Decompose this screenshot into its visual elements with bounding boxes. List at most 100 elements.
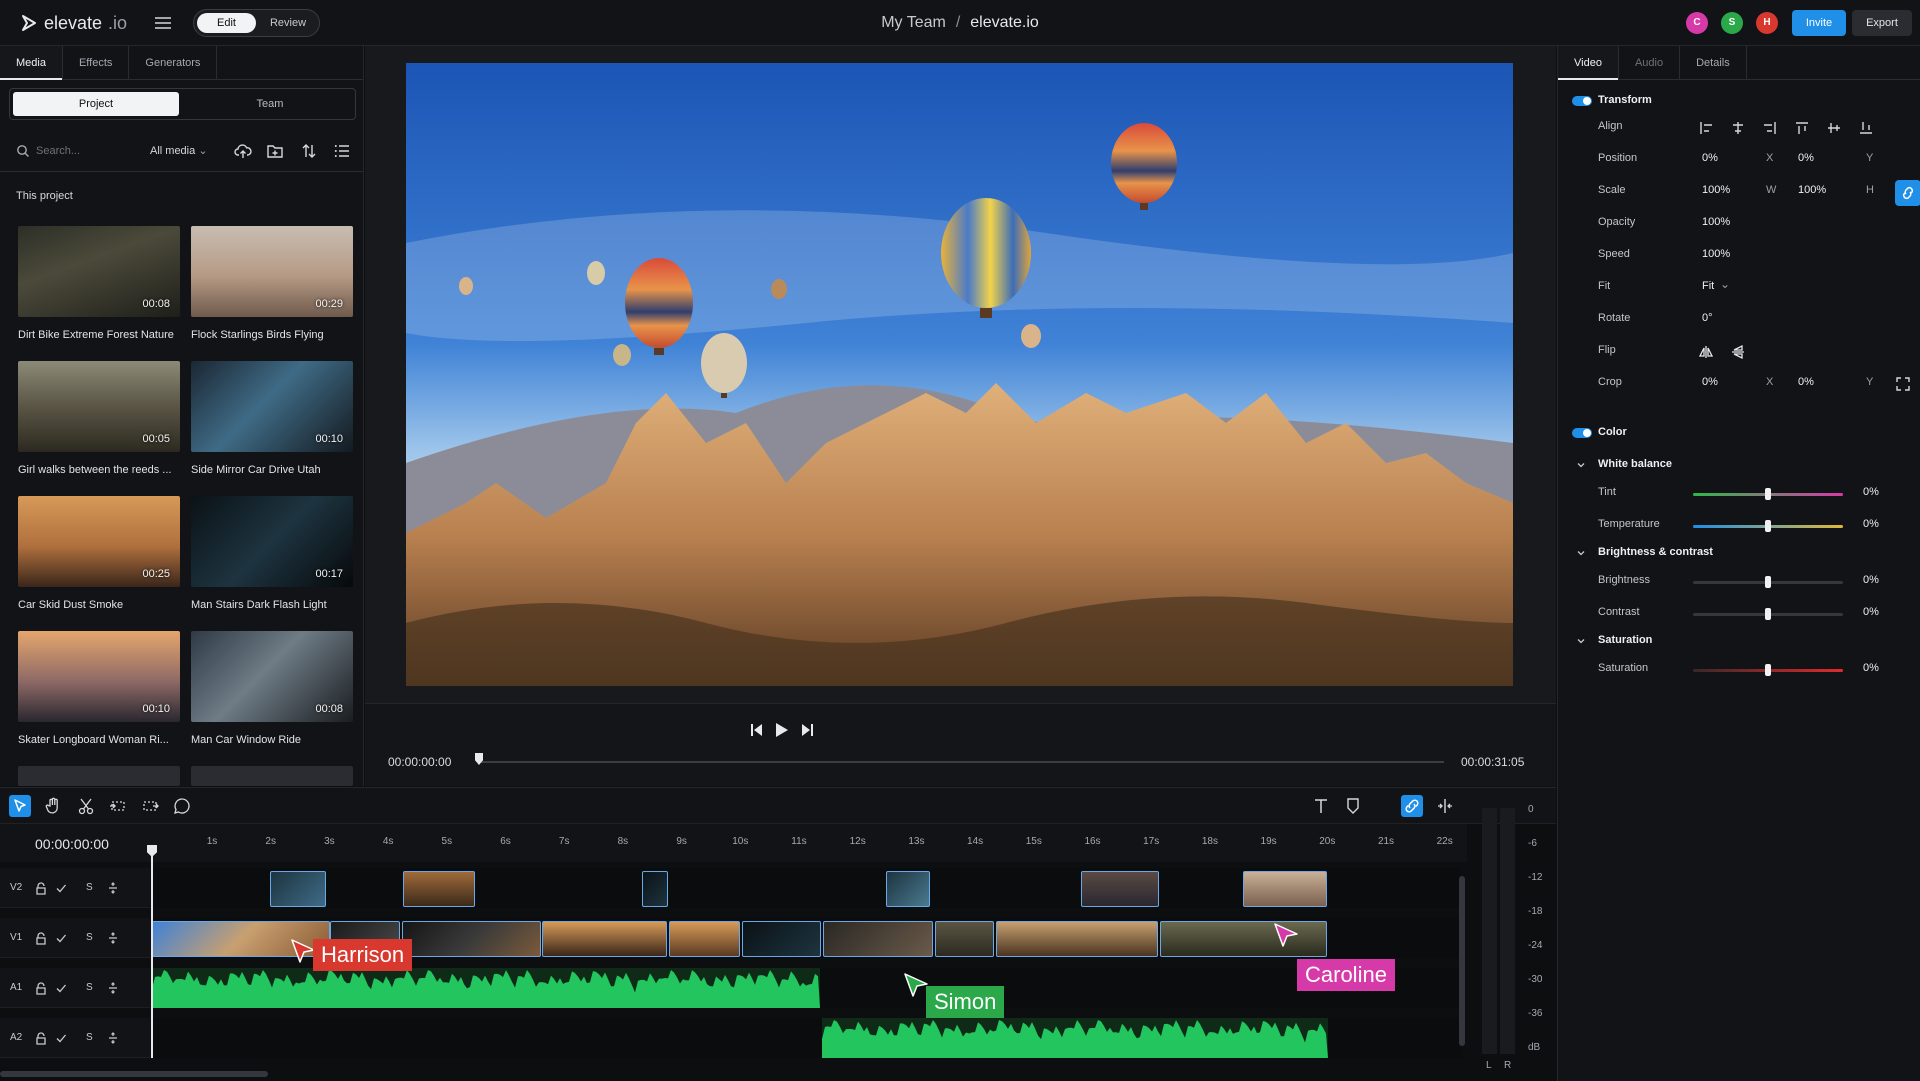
property-value[interactable]: 0° [1702,312,1713,324]
property-value[interactable]: 100% [1702,216,1730,228]
vertical-scrollbar[interactable] [1459,876,1465,1046]
edit-mode-button[interactable]: Edit [197,13,256,33]
track-height-icon[interactable] [106,931,120,945]
slider-track[interactable] [1693,488,1843,500]
property-value[interactable]: 100% [1702,184,1730,196]
align-top-icon[interactable] [1794,120,1810,136]
media-filter-dropdown[interactable]: All media ⌄ [150,144,208,157]
track-height-icon[interactable] [106,1031,120,1045]
video-clip[interactable] [669,921,740,957]
audio-clip-a1[interactable] [152,968,820,1008]
lock-icon[interactable] [34,1031,48,1045]
media-thumbnail-partial[interactable] [18,766,180,786]
media-item[interactable]: 00:10 Side Mirror Car Drive Utah [191,361,353,476]
media-item[interactable]: 00:29 Flock Starlings Birds Flying [191,226,353,341]
scope-project-button[interactable]: Project [13,92,179,116]
list-view-icon[interactable] [333,142,351,160]
align-left-icon[interactable] [1698,120,1714,136]
playhead[interactable] [151,846,153,1058]
slider-handle[interactable] [1765,520,1771,532]
upload-icon[interactable] [234,142,252,160]
track-height-icon[interactable] [106,981,120,995]
align-center-h-icon[interactable] [1730,120,1746,136]
group-title[interactable]: Brightness & contrast [1598,546,1713,558]
slip-tool-icon[interactable] [139,795,161,817]
slider-handle[interactable] [1765,608,1771,620]
lock-icon[interactable] [34,881,48,895]
group-title[interactable]: Saturation [1598,634,1652,646]
video-clip[interactable] [642,871,668,907]
hamburger-menu-icon[interactable] [152,13,174,33]
media-item[interactable]: 00:08 Dirt Bike Extreme Forest Nature [18,226,180,341]
tab-generators[interactable]: Generators [129,46,218,80]
avatar-c[interactable]: C [1686,12,1708,34]
select-tool-icon[interactable] [9,795,31,817]
video-clip[interactable] [1081,871,1159,907]
lock-icon[interactable] [34,981,48,995]
hand-tool-icon[interactable] [42,795,64,817]
visibility-check-icon[interactable] [54,931,68,945]
slider-track[interactable] [1693,520,1843,532]
video-clip[interactable] [402,921,541,957]
scrub-handle[interactable] [475,753,483,765]
chevron-down-icon[interactable] [1576,460,1586,470]
split-icon[interactable] [1434,795,1456,817]
link-scale-button[interactable] [1895,180,1920,206]
video-clip[interactable] [542,921,667,957]
video-clip[interactable] [935,921,994,957]
tab-details[interactable]: Details [1680,46,1747,80]
solo-toggle[interactable]: S [86,882,93,893]
search-input[interactable] [36,141,136,161]
property-value[interactable]: 100% [1702,248,1730,260]
solo-toggle[interactable]: S [86,982,93,993]
media-item[interactable]: 00:10 Skater Longboard Woman Ri... [18,631,180,746]
horizontal-scrollbar[interactable] [0,1071,268,1077]
tab-video[interactable]: Video [1558,46,1619,80]
property-value[interactable]: Fit [1702,280,1714,292]
video-clip[interactable] [403,871,475,907]
video-clip[interactable] [823,921,933,957]
trim-tool-icon[interactable] [107,795,129,817]
video-clip[interactable] [996,921,1158,957]
color-toggle[interactable] [1572,428,1592,438]
video-clip[interactable] [270,871,326,907]
media-item[interactable]: 00:05 Girl walks between the reeds ... [18,361,180,476]
property-value[interactable]: 0% [1702,376,1718,388]
tab-media[interactable]: Media [0,46,63,80]
marker-tool-icon[interactable] [1342,795,1364,817]
tab-effects[interactable]: Effects [63,46,130,80]
logo[interactable]: elevate .io [20,12,127,34]
solo-toggle[interactable]: S [86,932,93,943]
slider-track[interactable] [1693,576,1843,588]
export-button[interactable]: Export [1852,10,1912,36]
chevron-down-icon[interactable] [1576,636,1586,646]
time-ruler[interactable]: 1s 2s 3s 4s 5s 6s 7s 8s 9s 10s 11s 12s 13s 14s 15s 16s 1… [150,836,1453,856]
visibility-check-icon[interactable] [54,981,68,995]
slider-track[interactable] [1693,608,1843,620]
property-value[interactable]: 100% [1798,184,1826,196]
property-value[interactable]: 0% [1798,152,1814,164]
visibility-check-icon[interactable] [54,1031,68,1045]
align-right-icon[interactable] [1762,120,1778,136]
sort-icon[interactable] [300,142,318,160]
skip-forward-icon[interactable] [797,720,817,740]
skip-back-icon[interactable] [747,720,767,740]
align-center-v-icon[interactable] [1826,120,1842,136]
track-height-icon[interactable] [106,881,120,895]
text-tool-icon[interactable] [1310,795,1332,817]
solo-toggle[interactable]: S [86,1032,93,1043]
visibility-check-icon[interactable] [54,881,68,895]
media-item[interactable]: 00:08 Man Car Window Ride [191,631,353,746]
transform-toggle[interactable] [1572,96,1592,106]
video-preview[interactable] [406,63,1513,686]
media-item[interactable]: 00:17 Man Stairs Dark Flash Light [191,496,353,611]
new-folder-icon[interactable] [266,142,284,160]
avatar-h[interactable]: H [1756,12,1778,34]
avatar-s[interactable]: S [1721,12,1743,34]
comment-tool-icon[interactable] [171,795,193,817]
crop-expand-icon[interactable] [1895,376,1911,392]
slider-handle[interactable] [1765,664,1771,676]
audio-clip-a2[interactable] [822,1018,1328,1058]
align-bottom-icon[interactable] [1858,120,1874,136]
razor-tool-icon[interactable] [75,795,97,817]
